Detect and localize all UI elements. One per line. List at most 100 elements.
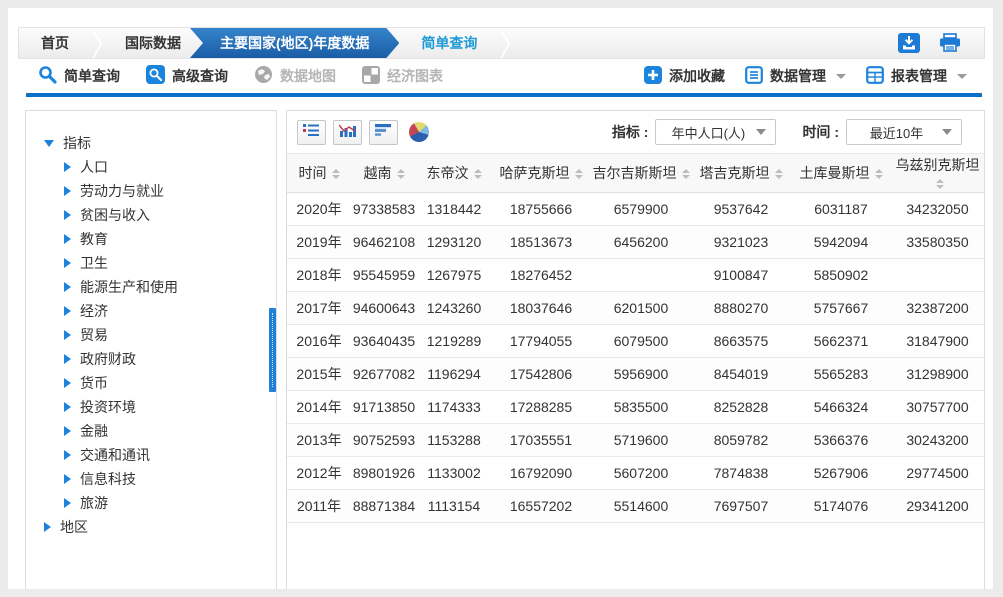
value-cell: 5942094: [791, 226, 891, 259]
list-view-button[interactable]: [297, 120, 326, 145]
value-cell: 95545959: [351, 259, 417, 292]
column-header-2[interactable]: 东帝汶: [417, 154, 491, 193]
chevron-down-icon[interactable]: [836, 74, 846, 79]
print-icon[interactable]: [938, 33, 962, 53]
sidebar-item-4[interactable]: 卫生: [46, 251, 276, 275]
sidebar-scrollbar-thumb[interactable]: [269, 308, 276, 392]
sidebar-section-region[interactable]: 地区: [26, 515, 276, 539]
value-cell: 6201500: [591, 292, 691, 325]
add-favorite-button[interactable]: 添加收藏: [644, 66, 725, 87]
download-icon[interactable]: [898, 33, 920, 53]
sidebar-item-14[interactable]: 旅游: [46, 491, 276, 515]
sidebar-item-6[interactable]: 经济: [46, 299, 276, 323]
sidebar-item-label: 投资环境: [80, 397, 136, 417]
expand-icon[interactable]: [64, 234, 71, 244]
value-cell: 91713850: [351, 391, 417, 424]
data-management-icon: [745, 66, 763, 87]
add-favorite-label: 添加收藏: [669, 66, 725, 86]
sort-icon[interactable]: [575, 169, 583, 179]
sidebar-section-indicators[interactable]: 指标: [26, 131, 276, 155]
report-management-label: 报表管理: [891, 66, 947, 86]
sidebar-item-label: 交通和通讯: [80, 445, 150, 465]
combo-chart-view-button[interactable]: [333, 120, 362, 145]
value-cell: 9537642: [691, 193, 791, 226]
value-cell: 8059782: [691, 424, 791, 457]
expand-icon[interactable]: [64, 186, 71, 196]
year-cell: 2016年: [287, 325, 351, 358]
sidebar-item-10[interactable]: 投资环境: [46, 395, 276, 419]
sort-icon[interactable]: [332, 169, 340, 179]
breadcrumb-tab-home[interactable]: 首页: [19, 28, 91, 58]
year-cell: 2015年: [287, 358, 351, 391]
value-cell: 5956900: [591, 358, 691, 391]
column-header-5[interactable]: 塔吉克斯坦: [691, 154, 791, 193]
expand-icon[interactable]: [64, 498, 71, 508]
sort-icon[interactable]: [397, 169, 405, 179]
breadcrumb-tab-international-data[interactable]: 国际数据: [103, 28, 203, 58]
expand-icon[interactable]: [64, 474, 71, 484]
expand-icon[interactable]: [44, 522, 51, 532]
sort-icon[interactable]: [474, 169, 482, 179]
expand-icon[interactable]: [64, 210, 71, 220]
sidebar: 指标人口劳动力与就业贫困与收入教育卫生能源生产和使用经济贸易政府财政货币投资环境…: [25, 110, 277, 589]
data-management-button[interactable]: 数据管理: [745, 66, 846, 87]
simple-query-button[interactable]: 简单查询: [38, 65, 120, 87]
expand-icon[interactable]: [64, 330, 71, 340]
expand-icon[interactable]: [64, 426, 71, 436]
table-row: 2013年90752593115328817035551571960080597…: [287, 424, 984, 457]
expand-icon[interactable]: [64, 306, 71, 316]
column-header-0[interactable]: 时间: [287, 154, 351, 193]
value-cell: 89801926: [351, 457, 417, 490]
report-management-button[interactable]: 报表管理: [866, 66, 967, 87]
value-cell: 16792090: [491, 457, 591, 490]
pie-chart-view-button[interactable]: [405, 121, 432, 144]
sidebar-item-1[interactable]: 劳动力与就业: [46, 179, 276, 203]
sidebar-item-8[interactable]: 政府财政: [46, 347, 276, 371]
sort-icon[interactable]: [682, 169, 690, 179]
horizontal-bar-view-button[interactable]: [369, 120, 398, 145]
breadcrumb-tab-simple-query[interactable]: 简单查询: [399, 28, 499, 58]
column-header-6[interactable]: 土库曼斯坦: [791, 154, 891, 193]
advanced-query-button[interactable]: 高级查询: [146, 65, 228, 87]
sidebar-item-label: 教育: [80, 229, 108, 249]
sidebar-item-2[interactable]: 贫困与收入: [46, 203, 276, 227]
expand-icon[interactable]: [64, 378, 71, 388]
expand-icon[interactable]: [64, 450, 71, 460]
chevron-down-icon: [756, 129, 766, 135]
column-header-1[interactable]: 越南: [351, 154, 417, 193]
sort-icon[interactable]: [875, 169, 883, 179]
main-panel: 指标 : 年中人口(人) 时间 : 最近10年 时间越南东帝汶哈萨克斯坦吉尔吉斯…: [286, 110, 985, 589]
column-header-3[interactable]: 哈萨克斯坦: [491, 154, 591, 193]
column-header-4[interactable]: 吉尔吉斯斯坦: [591, 154, 691, 193]
table-row: 2016年93640435121928917794055607950086635…: [287, 325, 984, 358]
expand-icon[interactable]: [64, 162, 71, 172]
sort-icon[interactable]: [775, 169, 783, 179]
year-cell: 2012年: [287, 457, 351, 490]
value-cell: 88871384: [351, 490, 417, 523]
value-cell: [591, 259, 691, 292]
sidebar-item-9[interactable]: 货币: [46, 371, 276, 395]
sidebar-item-7[interactable]: 贸易: [46, 323, 276, 347]
sidebar-item-0[interactable]: 人口: [46, 155, 276, 179]
time-select[interactable]: 最近10年: [846, 119, 962, 145]
expand-icon[interactable]: [64, 282, 71, 292]
year-cell: 2011年: [287, 490, 351, 523]
sidebar-item-12[interactable]: 交通和通讯: [46, 443, 276, 467]
expand-icon[interactable]: [64, 354, 71, 364]
sort-icon[interactable]: [936, 179, 944, 189]
column-header-7[interactable]: 乌兹别克斯坦: [891, 154, 984, 193]
value-cell: 1196294: [417, 358, 491, 391]
expand-icon[interactable]: [64, 402, 71, 412]
collapse-icon[interactable]: [44, 140, 54, 147]
sidebar-item-5[interactable]: 能源生产和使用: [46, 275, 276, 299]
breadcrumb-tab-annual-data-active[interactable]: 主要国家(地区)年度数据: [190, 28, 399, 58]
chevron-down-icon[interactable]: [957, 74, 967, 79]
sidebar-item-11[interactable]: 金融: [46, 419, 276, 443]
value-cell: 1219289: [417, 325, 491, 358]
page: 首页 国际数据 主要国家(地区)年度数据 简单查询 简单查询 高级查询: [8, 8, 993, 589]
indicator-select[interactable]: 年中人口(人): [655, 119, 776, 145]
sidebar-item-13[interactable]: 信息科技: [46, 467, 276, 491]
expand-icon[interactable]: [64, 258, 71, 268]
sidebar-item-3[interactable]: 教育: [46, 227, 276, 251]
sidebar-item-label: 货币: [80, 373, 108, 393]
